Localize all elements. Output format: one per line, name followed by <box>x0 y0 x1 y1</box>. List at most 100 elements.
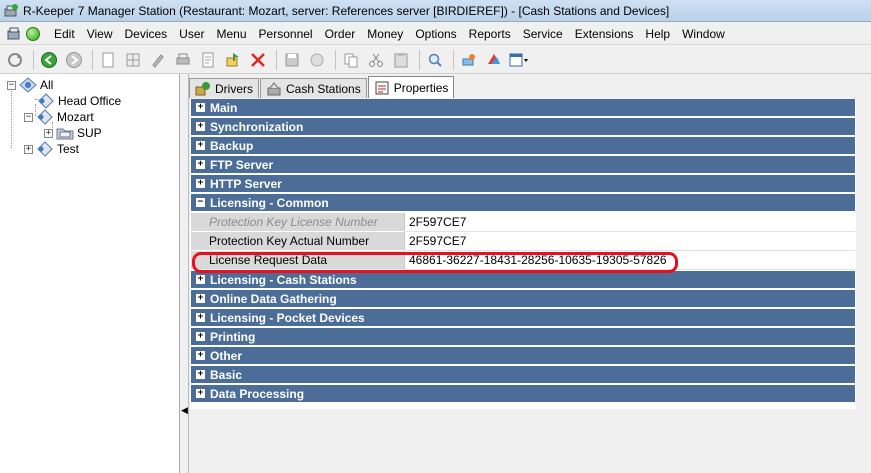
palette-button[interactable] <box>483 49 505 71</box>
property-value[interactable]: 46861-36227-18431-28256-10635-19305-5782… <box>405 251 855 270</box>
undo-button[interactable] <box>306 49 328 71</box>
expand-icon[interactable]: + <box>196 370 205 379</box>
new-button[interactable] <box>97 49 119 71</box>
property-row[interactable]: License Request Data 46861-36227-18431-2… <box>191 251 855 270</box>
forward-button[interactable] <box>63 49 85 71</box>
print-button[interactable] <box>172 49 194 71</box>
refresh-button[interactable] <box>4 49 26 71</box>
category-label: Licensing - Pocket Devices <box>210 310 365 325</box>
tab-drivers[interactable]: Drivers <box>189 78 259 98</box>
expand-icon[interactable]: + <box>196 275 205 284</box>
tools-icon <box>462 53 475 65</box>
menu-user[interactable]: User <box>173 27 210 41</box>
category-data-processing[interactable]: + Data Processing <box>191 385 855 403</box>
collapse-toggle[interactable]: − <box>7 80 16 90</box>
edit-button[interactable] <box>147 49 169 71</box>
category-label: Synchronization <box>210 119 304 134</box>
panel-splitter[interactable]: ◀ <box>180 74 189 473</box>
grid-button[interactable] <box>122 49 144 71</box>
menu-view[interactable]: View <box>81 27 119 41</box>
property-name: License Request Data <box>191 251 405 270</box>
tab-cash-stations[interactable]: Cash Stations <box>260 78 367 98</box>
search-icon <box>428 53 442 67</box>
palette-icon <box>488 53 500 64</box>
menu-personnel[interactable]: Personnel <box>253 27 319 41</box>
expand-icon[interactable]: + <box>196 122 205 131</box>
expand-icon[interactable]: + <box>196 179 205 188</box>
category-label: Backup <box>210 138 254 153</box>
menu-reports[interactable]: Reports <box>463 27 517 41</box>
report-icon <box>202 52 214 67</box>
collapse-icon[interactable]: − <box>196 198 205 207</box>
search-button[interactable] <box>424 49 446 71</box>
expand-icon[interactable]: + <box>196 313 205 322</box>
expand-toggle[interactable]: + <box>44 128 53 138</box>
tree-node-head-office[interactable]: Head Office <box>37 93 121 109</box>
menu-menu[interactable]: Menu <box>211 27 253 41</box>
expand-icon[interactable]: + <box>196 332 205 341</box>
menu-edit[interactable]: Edit <box>48 27 81 41</box>
expand-toggle[interactable]: + <box>24 144 33 154</box>
category-label: FTP Server <box>210 157 274 172</box>
tools-button[interactable] <box>458 49 480 71</box>
category-main[interactable]: + Main <box>191 99 855 117</box>
category-licensing-pocket-devices[interactable]: + Licensing - Pocket Devices <box>191 309 855 327</box>
main-panel: Drivers Cash Stations Properties + Main … <box>189 74 871 473</box>
category-printing[interactable]: + Printing <box>191 328 855 346</box>
category-other[interactable]: + Other <box>191 347 855 365</box>
property-value[interactable]: 2F597CE7 <box>405 213 855 232</box>
category-licensing-common[interactable]: − Licensing - Common <box>191 194 855 212</box>
property-value[interactable]: 2F597CE7 <box>405 232 855 251</box>
category-licensing-cash-stations[interactable]: + Licensing - Cash Stations <box>191 271 855 289</box>
export-button[interactable] <box>222 49 244 71</box>
tree-label: Head Office <box>58 94 122 108</box>
tree-node-all[interactable]: − All <box>7 77 53 93</box>
printer-icon <box>176 53 190 64</box>
menu-devices[interactable]: Devices <box>118 27 173 41</box>
expand-icon[interactable]: + <box>196 103 205 112</box>
expand-icon[interactable]: + <box>196 141 205 150</box>
tree-node-sup[interactable]: + SUP <box>44 125 102 141</box>
document-menu-icon[interactable] <box>6 26 22 42</box>
paste-button[interactable] <box>390 49 412 71</box>
collapse-left-icon[interactable]: ◀ <box>181 405 188 416</box>
expand-icon[interactable]: + <box>196 351 205 360</box>
menu-bar: Edit View Devices User Menu Personnel Or… <box>0 23 871 45</box>
category-backup[interactable]: + Backup <box>191 137 855 155</box>
report-button[interactable] <box>197 49 219 71</box>
menu-money[interactable]: Money <box>361 27 409 41</box>
layout-dropdown-icon <box>509 53 528 66</box>
category-label: Online Data Gathering <box>210 291 337 306</box>
category-http-server[interactable]: + HTTP Server <box>191 175 855 193</box>
layout-dropdown-button[interactable] <box>508 49 530 71</box>
cut-button[interactable] <box>365 49 387 71</box>
property-row[interactable]: Protection Key License Number 2F597CE7 <box>191 213 855 232</box>
property-row[interactable]: Protection Key Actual Number 2F597CE7 <box>191 232 855 251</box>
copy-button[interactable] <box>340 49 362 71</box>
expand-icon[interactable]: + <box>196 294 205 303</box>
collapse-toggle[interactable]: − <box>24 112 33 122</box>
category-label: HTTP Server <box>210 176 282 191</box>
menu-extensions[interactable]: Extensions <box>569 27 640 41</box>
save-icon <box>285 53 299 66</box>
expand-icon[interactable]: + <box>196 389 205 398</box>
tree-node-mozart[interactable]: − Mozart <box>24 109 94 125</box>
expand-icon[interactable]: + <box>196 160 205 169</box>
category-synchronization[interactable]: + Synchronization <box>191 118 855 136</box>
menu-order[interactable]: Order <box>319 27 362 41</box>
menu-help[interactable]: Help <box>639 27 676 41</box>
save-button[interactable] <box>281 49 303 71</box>
category-online-data-gathering[interactable]: + Online Data Gathering <box>191 290 855 308</box>
menu-service[interactable]: Service <box>517 27 569 41</box>
back-button[interactable] <box>38 49 60 71</box>
tab-properties[interactable]: Properties <box>367 76 455 98</box>
category-basic[interactable]: + Basic <box>191 366 855 384</box>
tree-node-test[interactable]: + Test <box>24 141 79 157</box>
category-label: Licensing - Cash Stations <box>210 272 357 287</box>
category-label: Main <box>210 100 238 115</box>
delete-button[interactable] <box>247 49 269 71</box>
menu-options[interactable]: Options <box>409 27 462 41</box>
status-green-icon <box>26 26 40 41</box>
menu-window[interactable]: Window <box>676 27 731 41</box>
category-ftp-server[interactable]: + FTP Server <box>191 156 855 174</box>
